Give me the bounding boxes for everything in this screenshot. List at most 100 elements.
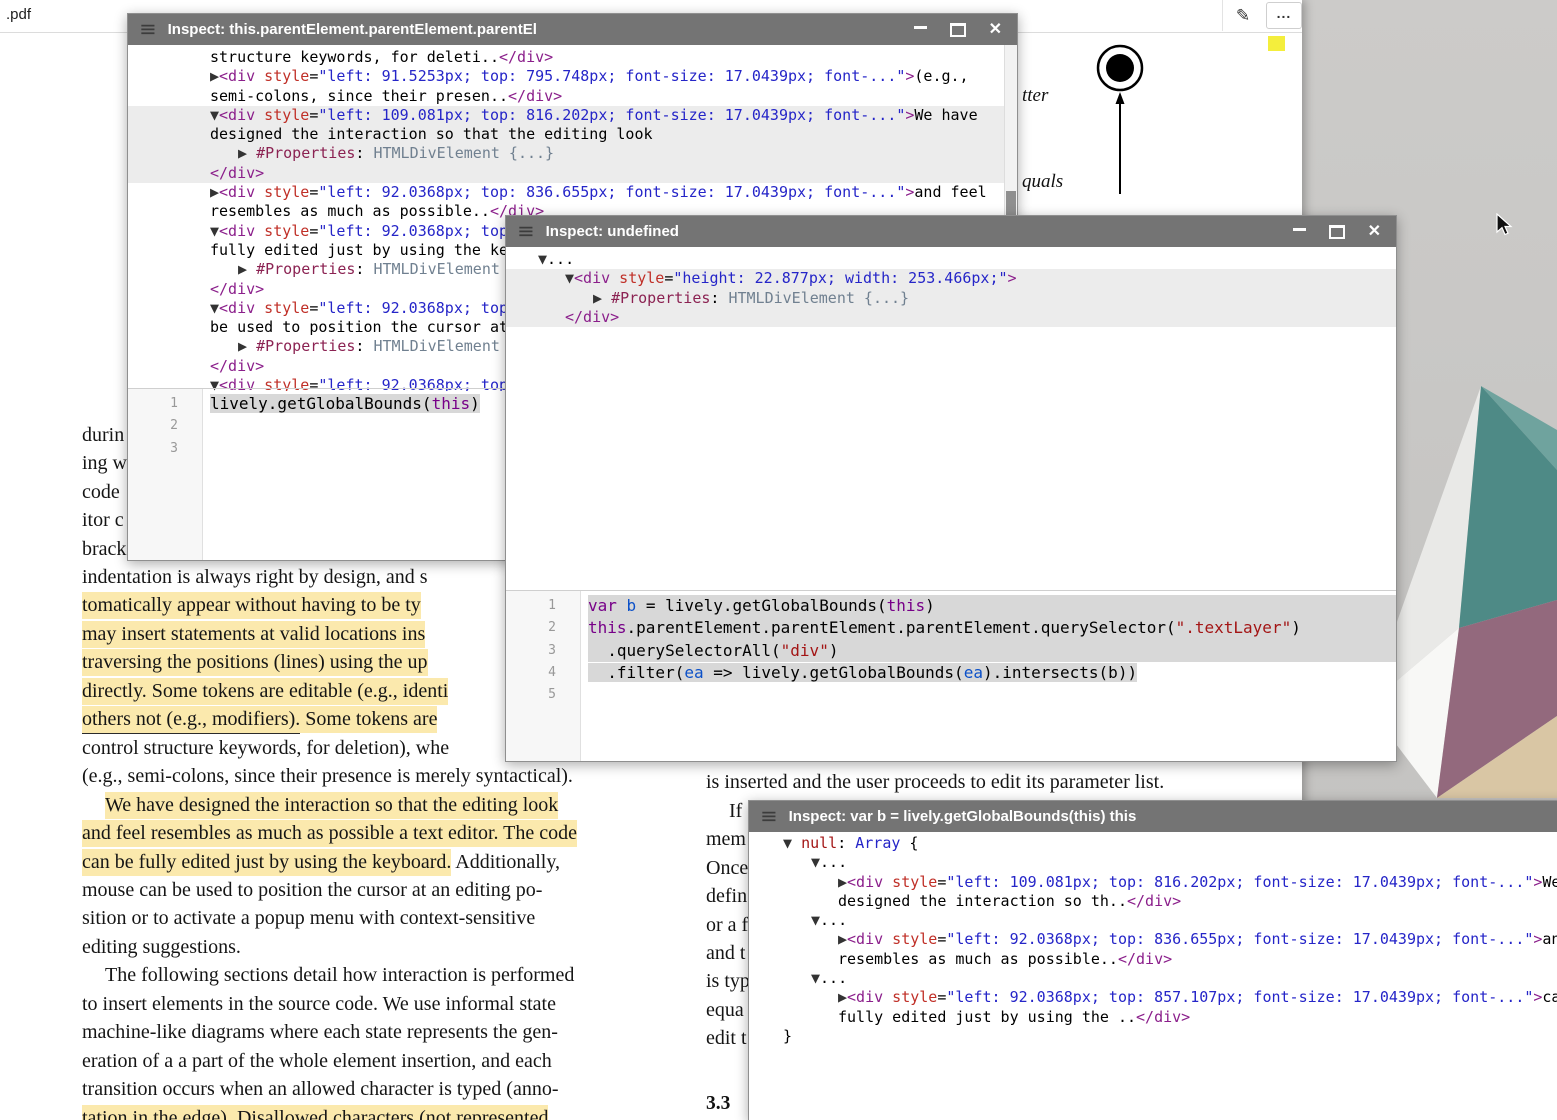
tree-line[interactable]: ▼... [749, 969, 1557, 988]
inspector-window-3: ≡ Inspect: var b = lively.getGlobalBound… [748, 800, 1557, 1120]
tree-line[interactable]: ▶<div style="left: 92.0368px; top: 836.6… [749, 930, 1557, 949]
text-segment: semi-colons, since their presen.. [210, 87, 508, 105]
window-controls: ✕ [914, 22, 1006, 38]
pdf-text-line: control structure keywords, for deletion… [82, 737, 449, 760]
text-segment: <div [219, 222, 255, 240]
text-segment: ea [684, 663, 703, 682]
inspector-dom-tree[interactable]: ▼...▼<div style="height: 22.877px; width… [506, 247, 1396, 593]
text-segment: > [1008, 269, 1017, 287]
tree-line[interactable]: ▼... [506, 250, 1396, 269]
window-titlebar[interactable]: ≡ Inspect: undefined ✕ [506, 216, 1396, 247]
line-number: 1 [506, 595, 556, 617]
close-button[interactable]: ✕ [1368, 224, 1381, 240]
text-segment: ▶ [238, 337, 256, 355]
tree-line[interactable]: ▶ #Properties: HTMLDivElement {...} [128, 144, 1017, 163]
text-segment: b [627, 596, 637, 615]
text-segment: ▶ [593, 289, 611, 307]
window-title: Inspect: this.parentElement.parentElemen… [168, 21, 537, 38]
menu-icon[interactable]: ≡ [517, 221, 535, 242]
tree-line[interactable]: fully edited just by using the ..</div> [749, 1008, 1557, 1027]
tree-line[interactable]: ▶<div style="left: 92.0368px; top: 857.1… [749, 988, 1557, 1007]
text-segment: </div> [1136, 1008, 1190, 1026]
code-area[interactable]: var b = lively.getGlobalBounds(this)this… [581, 591, 1396, 761]
tree-line[interactable]: ▼... [749, 853, 1557, 872]
text-segment: #Properties [256, 144, 355, 162]
close-button[interactable]: ✕ [989, 22, 1002, 38]
window-titlebar[interactable]: ≡ Inspect: this.parentElement.parentElem… [128, 14, 1017, 45]
text-segment: </div> [1118, 950, 1172, 968]
minimize-button[interactable] [1293, 228, 1306, 231]
tree-line[interactable]: ▼... [749, 911, 1557, 930]
code-line[interactable]: .querySelectorAll("div") [588, 640, 1396, 662]
text-segment: edit t [706, 1027, 747, 1049]
text-segment: ▶ [210, 183, 219, 201]
tree-line[interactable]: designed the interaction so th..</div> [749, 892, 1557, 911]
minimize-button[interactable] [914, 26, 927, 29]
tree-line[interactable]: ▼<div style="left: 109.081px; top: 816.2… [128, 106, 1017, 125]
text-segment: this [432, 394, 471, 413]
tree-line[interactable]: structure keywords, for deleti..</div> [128, 48, 1017, 67]
tree-line[interactable]: ▶ #Properties: HTMLDivElement {...} [506, 289, 1396, 308]
tree-line[interactable]: ▼<div style="height: 22.877px; width: 25… [506, 269, 1396, 288]
text-segment: editing suggestions. [82, 936, 241, 958]
text-segment: <div [847, 873, 883, 891]
text-segment: style [883, 930, 937, 948]
tree-line[interactable]: ▶<div style="left: 91.5253px; top: 795.7… [128, 67, 1017, 86]
text-segment: <div [219, 67, 255, 85]
tree-line[interactable]: ▶<div style="left: 109.081px; top: 816.2… [749, 873, 1557, 892]
tree-line[interactable]: </div> [128, 164, 1017, 183]
maximize-button[interactable] [950, 23, 966, 37]
code-editor[interactable]: 12345 var b = lively.getGlobalBounds(thi… [506, 590, 1396, 761]
text-segment: resembles as much as possible.. [838, 950, 1118, 968]
text-segment: <div [219, 106, 255, 124]
text-segment: HTMLDivElement {...} [728, 289, 909, 307]
text-segment: ▼ [210, 222, 219, 240]
edit-annotation-button[interactable]: ✎ [1228, 2, 1258, 29]
tree-line[interactable]: </div> [506, 308, 1396, 327]
menu-icon[interactable]: ≡ [760, 806, 778, 827]
text-segment: ) [1291, 618, 1301, 637]
tree-line[interactable]: semi-colons, since their presen..</div> [128, 87, 1017, 106]
menu-icon[interactable]: ≡ [139, 19, 157, 40]
text-segment [617, 596, 627, 615]
pdf-text-line: tation in the edge). Disallowed characte… [82, 1107, 548, 1120]
text-segment: machine-like diagrams where each state r… [82, 1021, 558, 1043]
text-segment: } [783, 1027, 792, 1045]
pdf-text-line: transition occurs when an allowed charac… [82, 1078, 558, 1101]
line-number: 3 [128, 438, 178, 460]
tree-line[interactable]: ▶<div style="left: 92.0368px; top: 836.6… [128, 183, 1017, 202]
text-segment: #Properties [256, 337, 355, 355]
tree-line[interactable]: designed the interaction so that the edi… [128, 125, 1017, 144]
code-line[interactable]: .filter(ea => lively.getGlobalBounds(ea)… [588, 662, 1396, 684]
tree-line[interactable]: ▼ null: Array { [749, 834, 1557, 853]
code-line[interactable]: this.parentElement.parentElement.parentE… [588, 617, 1396, 639]
inspector-result-tree[interactable]: ▼ null: Array {▼...▶<div style="left: 10… [749, 832, 1557, 1120]
text-segment: </div> [499, 48, 553, 66]
pdf-text-line: editing suggestions. [82, 936, 241, 959]
text-segment: .filter( [588, 663, 684, 682]
text-segment: and [1542, 930, 1557, 948]
tree-line[interactable]: } [749, 1027, 1557, 1046]
pdf-text-line: traversing the positions (lines) using t… [82, 651, 428, 674]
maximize-button[interactable] [1329, 225, 1345, 239]
text-segment: : [355, 144, 373, 162]
text-segment: "height: 22.877px; width: 253.466px;" [673, 269, 1007, 287]
text-segment: ▼ [210, 106, 219, 124]
tree-line[interactable]: resembles as much as possible..</div> [749, 950, 1557, 969]
code-line[interactable]: var b = lively.getGlobalBounds(this) [588, 595, 1396, 617]
pdf-text-line: or a f [706, 914, 748, 937]
line-number: 1 [128, 393, 178, 415]
code-line[interactable] [588, 684, 1396, 706]
text-segment: Array [855, 834, 900, 852]
text-segment: "left: 92.0368px; top: 836.655px; font-s… [946, 930, 1533, 948]
more-options-button[interactable]: ... [1266, 2, 1302, 29]
text-segment: ... [547, 250, 574, 268]
text-segment: #Properties [611, 289, 710, 307]
diagram-edge-label: tter [1022, 85, 1048, 107]
window-titlebar[interactable]: ≡ Inspect: var b = lively.getGlobalBound… [749, 801, 1557, 832]
pdf-text-line: itor c [82, 509, 124, 532]
text-segment: style [883, 988, 937, 1006]
pdf-text-line: sition or to activate a popup menu with … [82, 907, 535, 930]
highlight-annotation-marker[interactable] [1268, 36, 1285, 51]
text-segment: ▶ [210, 67, 219, 85]
